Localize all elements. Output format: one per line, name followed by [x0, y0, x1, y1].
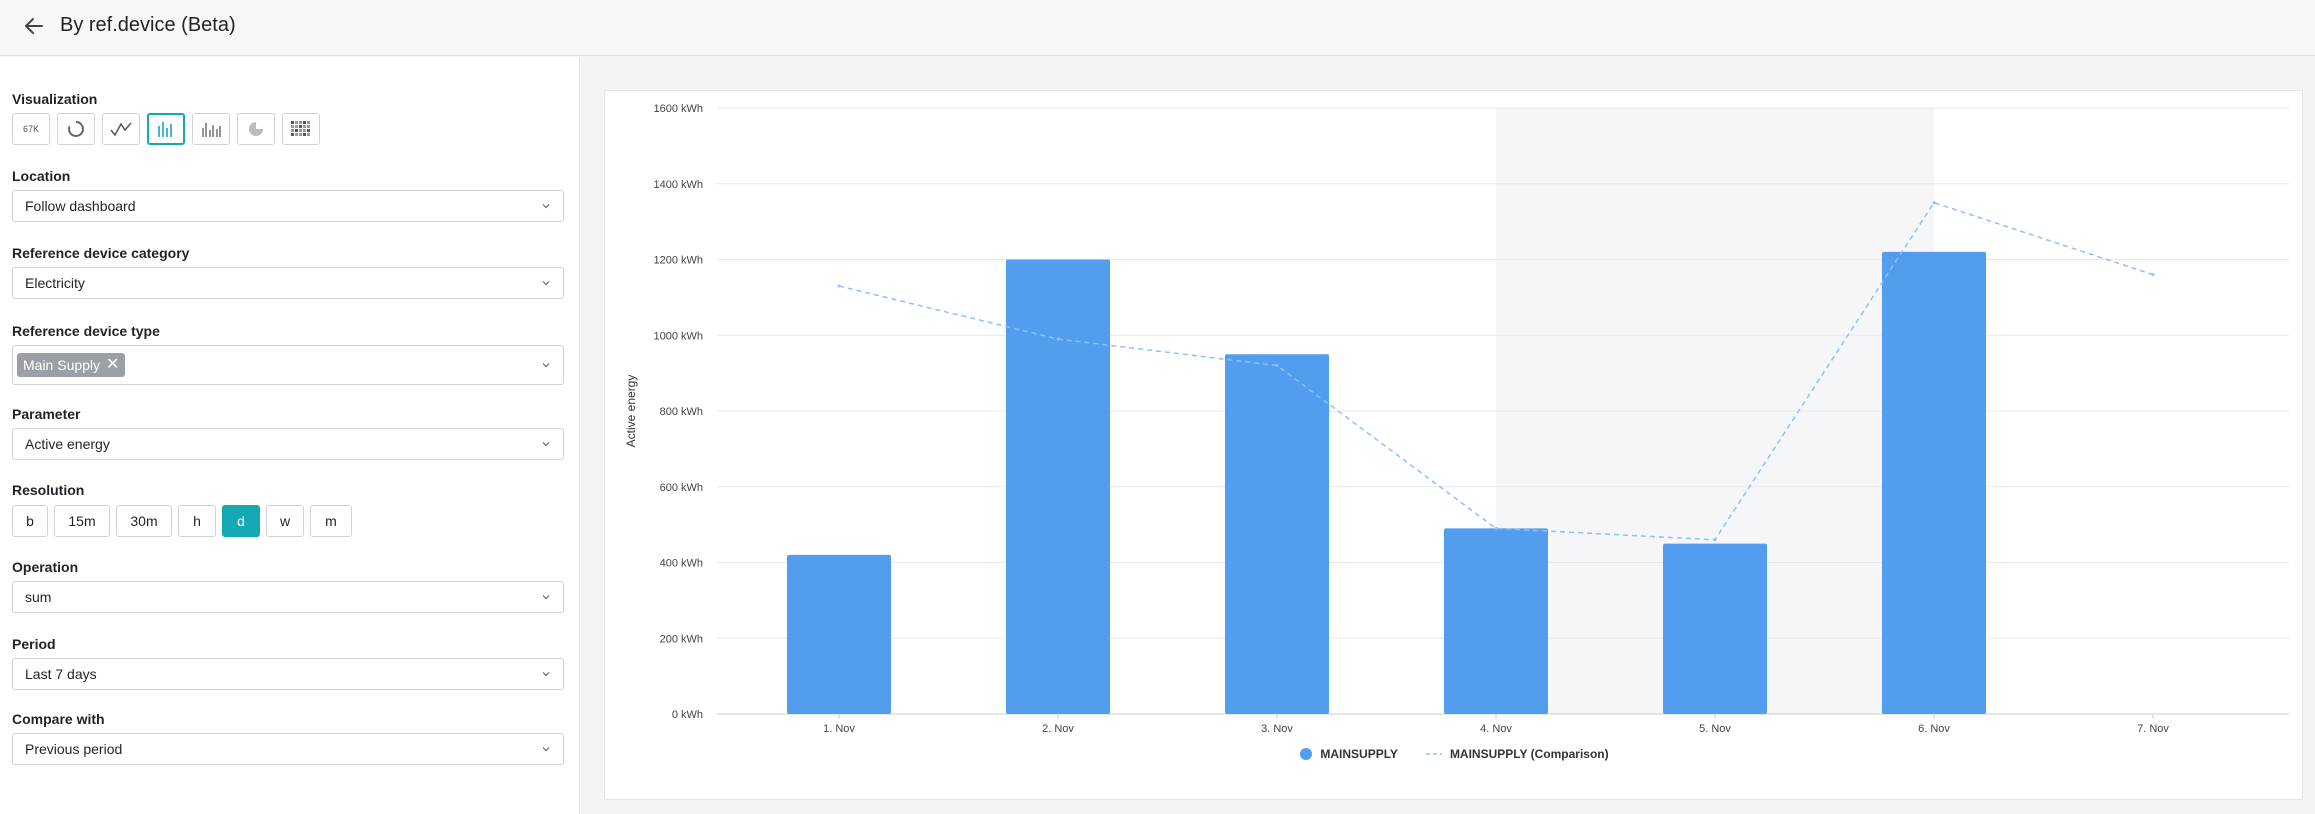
ref-type-label: Reference device type	[12, 323, 160, 339]
chevron-down-icon	[542, 281, 550, 286]
y-tick-label: 400 kWh	[660, 558, 703, 570]
back-arrow-icon[interactable]	[22, 14, 46, 38]
visualization-label: Visualization	[12, 91, 98, 107]
resolution-button-w[interactable]: w	[266, 505, 304, 537]
ref-category-select[interactable]: Electricity	[12, 267, 564, 299]
y-tick-label: 600 kWh	[660, 482, 703, 494]
resolution-button-m[interactable]: m	[310, 505, 352, 537]
legend-item-comparison[interactable]: MAINSUPPLY (Comparison)	[1425, 747, 1609, 761]
viz-button-heatmap[interactable]	[282, 113, 320, 145]
period-select[interactable]: Last 7 days	[12, 658, 564, 690]
viz-button-gauge[interactable]	[57, 113, 95, 145]
operation-value: sum	[25, 589, 52, 605]
x-tick-label: 7. Nov	[2137, 723, 2169, 735]
resolution-button-b[interactable]: b	[12, 505, 48, 537]
viz-button-line[interactable]	[102, 113, 140, 145]
y-tick-label: 1600 kWh	[653, 103, 703, 115]
ref-type-select[interactable]: Main Supply ✕	[12, 345, 564, 385]
resolution-button-d[interactable]: d	[222, 505, 260, 537]
compare-label: Compare with	[12, 711, 105, 727]
period-label: Period	[12, 636, 56, 652]
x-tick-label: 6. Nov	[1918, 723, 1950, 735]
period-value: Last 7 days	[25, 666, 97, 682]
bar	[1225, 354, 1329, 714]
y-tick-label: 200 kWh	[660, 633, 703, 645]
viz-button-kpi[interactable]: 67K	[12, 113, 50, 145]
comparison-point	[1713, 538, 1717, 542]
grouped-bar-icon	[202, 123, 221, 137]
bar-chart: 0 kWh 200 kWh 400 kWh 600 kWh 800 kWh 1000 kW…	[624, 103, 2289, 735]
chevron-down-icon	[542, 672, 550, 677]
y-tick-label: 0 kWh	[672, 709, 703, 721]
comparison-point	[2151, 273, 2155, 277]
compare-value: Previous period	[25, 741, 123, 757]
x-tick-label: 1. Nov	[823, 723, 855, 735]
viz-button-bar[interactable]	[147, 113, 185, 145]
parameter-value: Active energy	[25, 436, 110, 452]
kpi-icon: 67K	[22, 124, 39, 134]
location-value: Follow dashboard	[25, 198, 136, 214]
y-tick-label: 1400 kWh	[653, 179, 703, 191]
comparison-point	[1494, 526, 1498, 530]
y-tick-label: 1000 kWh	[653, 330, 703, 342]
comparison-point	[1275, 364, 1279, 368]
x-tick-label: 5. Nov	[1699, 723, 1731, 735]
location-select[interactable]: Follow dashboard	[12, 190, 564, 222]
heatmap-icon	[291, 121, 310, 136]
dashed-line-icon	[1425, 753, 1442, 755]
y-tick-label: 800 kWh	[660, 406, 703, 418]
legend-label: MAINSUPPLY (Comparison)	[1449, 747, 1609, 761]
bar	[1882, 251, 1986, 715]
comparison-point	[1932, 201, 1936, 205]
bar	[1006, 259, 1110, 714]
settings-sidebar: Visualization 67K Location Follow dashbo…	[0, 57, 580, 814]
x-tick-label: 4. Nov	[1480, 723, 1512, 735]
parameter-label: Parameter	[12, 406, 81, 422]
parameter-select[interactable]: Active energy	[12, 428, 564, 460]
ref-category-label: Reference device category	[12, 245, 190, 261]
visualization-picker: 67K	[12, 113, 320, 145]
close-icon[interactable]: ✕	[106, 357, 119, 373]
legend-dot-icon	[1300, 748, 1313, 760]
comparison-point	[837, 284, 841, 288]
bar	[1444, 528, 1548, 714]
bar	[787, 554, 891, 714]
resolution-label: Resolution	[12, 482, 85, 498]
ref-type-chip-label: Main Supply	[23, 357, 101, 373]
page-header: By ref.device (Beta)	[0, 0, 2315, 56]
legend-item-mainsupply[interactable]: MAINSUPPLY	[1300, 747, 1398, 761]
operation-label: Operation	[12, 559, 79, 575]
chevron-down-icon	[542, 204, 550, 209]
operation-select[interactable]: sum	[12, 581, 564, 613]
viz-button-pie[interactable]	[237, 113, 275, 145]
resolution-button-h[interactable]: h	[178, 505, 216, 537]
y-axis-label: Active energy	[624, 375, 638, 448]
y-tick-label: 1200 kWh	[653, 255, 703, 267]
chevron-down-icon	[542, 747, 550, 752]
x-tick-label: 2. Nov	[1042, 723, 1074, 735]
chevron-down-icon	[542, 595, 550, 600]
ref-category-value: Electricity	[25, 275, 85, 291]
x-tick-label: 3. Nov	[1261, 723, 1293, 735]
chevron-down-icon	[542, 363, 550, 368]
resolution-button-15m[interactable]: 15m	[54, 505, 110, 537]
chart-panel: 0 kWh 200 kWh 400 kWh 600 kWh 800 kWh 1000 kW…	[604, 90, 2303, 800]
ref-type-chip[interactable]: Main Supply ✕	[17, 353, 126, 377]
bar-chart-icon	[158, 122, 172, 137]
viz-button-stacked-bar[interactable]	[192, 113, 230, 145]
legend-label: MAINSUPPLY	[1320, 747, 1398, 761]
resolution-button-30m[interactable]: 30m	[116, 505, 172, 537]
bar	[1663, 543, 1767, 714]
line-chart-icon	[110, 122, 132, 137]
chevron-down-icon	[542, 442, 550, 447]
page-title: By ref.device (Beta)	[60, 14, 236, 36]
pie-chart-icon	[249, 122, 263, 136]
chart-legend: MAINSUPPLY MAINSUPPLY (Comparison)	[605, 747, 2304, 761]
resolution-picker: b 15m 30m h d w m	[12, 505, 352, 537]
compare-select[interactable]: Previous period	[12, 733, 564, 765]
comparison-point	[1056, 337, 1060, 341]
gauge-icon	[68, 121, 84, 137]
location-label: Location	[12, 168, 71, 184]
